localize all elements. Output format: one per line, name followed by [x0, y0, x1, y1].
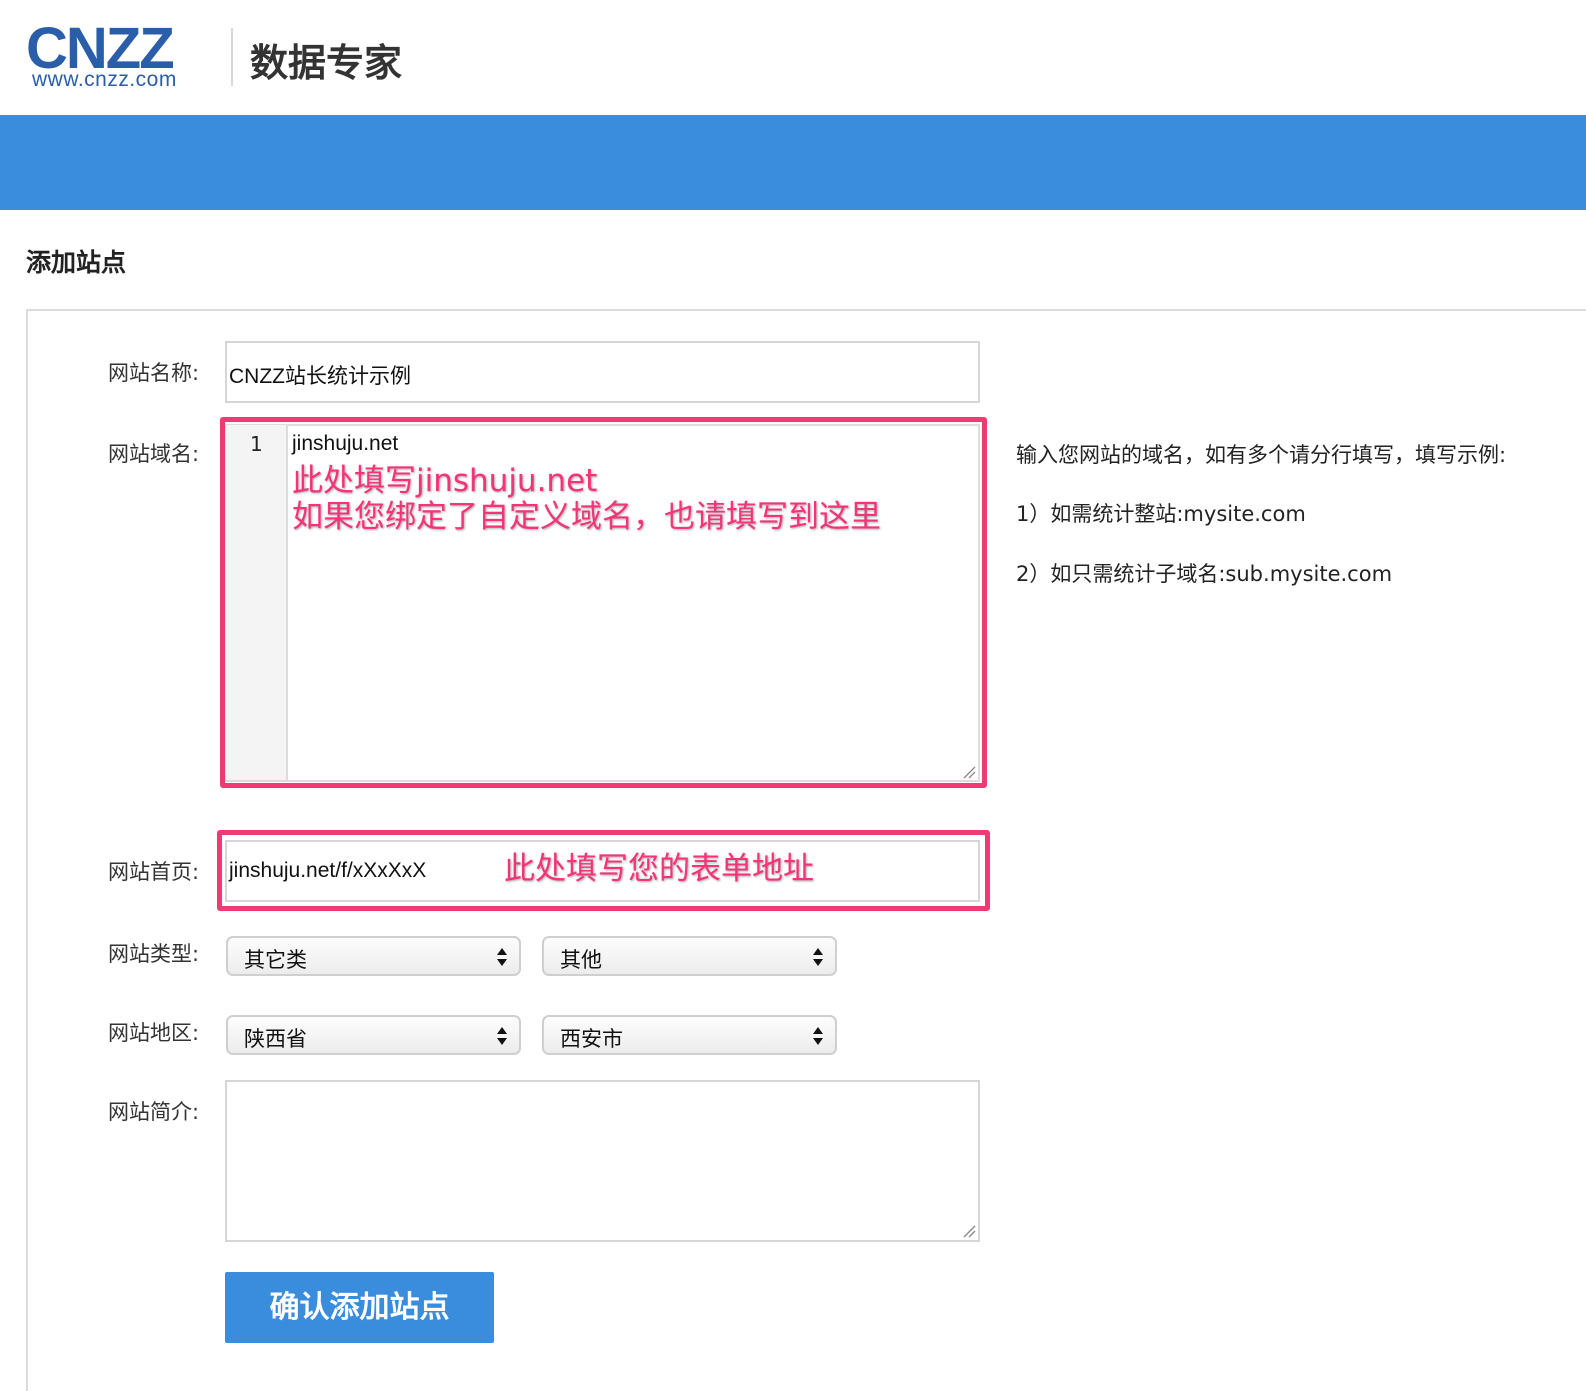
province-select-value: 陕西省 [244, 1027, 307, 1051]
domain-help-example-2: 2）如只需统计子域名:sub.mysite.com [1016, 562, 1393, 586]
logo-url: www.cnzz.com [32, 68, 177, 91]
city-select[interactable]: 西安市 [542, 1015, 837, 1055]
domain-label: 网站域名: [108, 442, 200, 466]
homepage-label: 网站首页: [108, 860, 200, 884]
city-select-value: 西安市 [560, 1027, 623, 1051]
nav-banner [0, 115, 1586, 210]
intro-textarea[interactable] [225, 1080, 980, 1242]
select-arrows-icon [813, 1027, 823, 1045]
type-select[interactable]: 其它类 [226, 936, 521, 976]
header: CNZZ www.cnzz.com 数据专家 [0, 0, 1586, 115]
page-title: 添加站点 [26, 248, 127, 277]
province-select[interactable]: 陕西省 [226, 1015, 521, 1055]
site-name-value: CNZZ站长统计示例 [229, 365, 411, 388]
type-select-value: 其它类 [244, 948, 307, 972]
site-name-input[interactable]: CNZZ站长统计示例 [225, 341, 980, 403]
subtype-select-value: 其他 [560, 948, 602, 972]
type-label: 网站类型: [108, 942, 200, 966]
domain-highlight-box [220, 417, 987, 788]
product-name: 数据专家 [250, 41, 403, 85]
select-arrows-icon [497, 1027, 507, 1045]
domain-help-text: 输入您网站的域名，如有多个请分行填写，填写示例: [1016, 443, 1507, 467]
homepage-highlight-box [217, 830, 990, 911]
submit-button[interactable]: 确认添加站点 [225, 1272, 494, 1343]
resize-handle-icon[interactable] [962, 1224, 976, 1238]
select-arrows-icon [497, 948, 507, 966]
intro-label: 网站简介: [108, 1100, 200, 1124]
logo-divider [231, 28, 233, 86]
select-arrows-icon [813, 948, 823, 966]
site-name-label: 网站名称: [108, 361, 200, 385]
domain-help-example-1: 1）如需统计整站:mysite.com [1016, 502, 1306, 526]
subtype-select[interactable]: 其他 [542, 936, 837, 976]
region-label: 网站地区: [108, 1021, 200, 1045]
